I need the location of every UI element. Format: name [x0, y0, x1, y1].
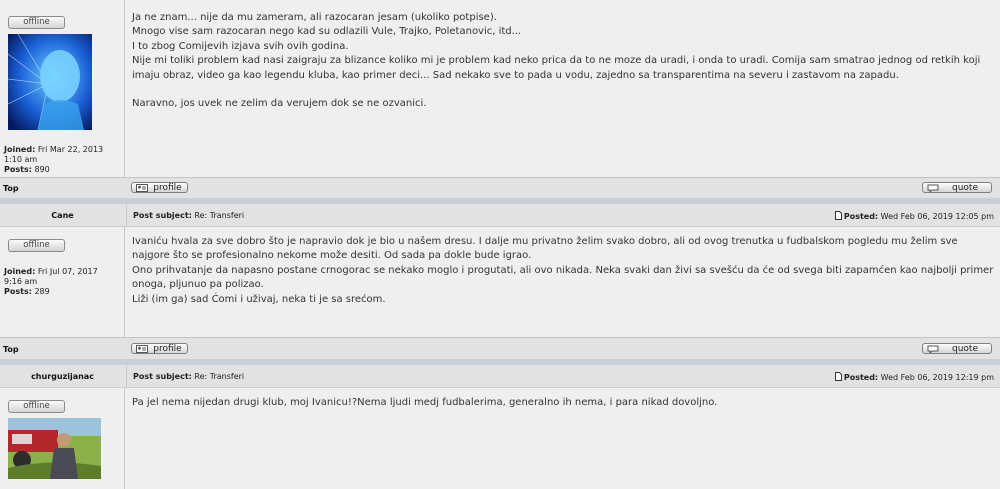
post-content: Ivaniću hvala za sve dobro što je naprav… — [126, 227, 1000, 337]
user-avatar-icon — [8, 418, 101, 479]
quote-button[interactable]: quote — [922, 182, 992, 193]
speech-bubble-icon — [927, 345, 939, 353]
post-content: Pa jel nema nijedan drugi klub, moj Ivan… — [126, 388, 1000, 489]
joined-info: Joined: Fri Jul 07, 2017 9:16 am Posts: … — [4, 267, 98, 296]
post-subject: Post subject: Re: Transferi — [133, 372, 245, 381]
offline-status-badge: offline — [8, 16, 65, 29]
user-avatar-icon — [8, 34, 92, 130]
post-footer-row: Top profile quote — [0, 337, 1000, 360]
profile-card-icon — [136, 345, 148, 353]
offline-status-badge: offline — [8, 400, 65, 413]
post-header-row: churguzijanac Post subject: Re: Transfer… — [0, 365, 1000, 388]
author-panel: offline Joined: Fri Mar 22, 2013 1:10 am… — [0, 0, 125, 177]
document-icon — [834, 372, 842, 381]
posted-date: Posted: Wed Feb 06, 2019 12:19 pm — [834, 372, 994, 382]
author-name[interactable]: Cane — [0, 211, 125, 220]
top-link[interactable]: Top — [3, 184, 19, 193]
quote-button[interactable]: quote — [922, 343, 992, 354]
post-subject: Post subject: Re: Transferi — [133, 211, 245, 220]
profile-card-icon — [136, 184, 148, 192]
post-header-row: Cane Post subject: Re: Transferi Posted:… — [0, 204, 1000, 227]
author-name[interactable]: churguzijanac — [0, 372, 125, 381]
profile-button[interactable]: profile — [131, 182, 188, 193]
post-footer-row: Top profile quote — [0, 177, 1000, 199]
post-content: Ja ne znam... nije da mu zameram, ali ra… — [126, 0, 1000, 177]
author-panel: offline Joined: Fri Jul 07, 2017 9:16 am… — [0, 227, 125, 337]
post-text: Ivaniću hvala za sve dobro što je naprav… — [132, 236, 994, 305]
post-body-row: offline Pa jel nema nijedan drugi klub, … — [0, 388, 1000, 489]
speech-bubble-icon — [927, 184, 939, 192]
offline-status-badge: offline — [8, 239, 65, 252]
post-body-row: offline Joined: Fri Jul 07, 2017 9:16 am… — [0, 227, 1000, 337]
author-panel: offline — [0, 388, 125, 489]
post-text: Ja ne znam... nije da mu zameram, ali ra… — [132, 12, 981, 110]
posted-date: Posted: Wed Feb 06, 2019 12:05 pm — [834, 211, 994, 221]
post-body-row: offline Joined: Fri Mar 22, 2013 1:10 am… — [0, 0, 1000, 177]
joined-info: Joined: Fri Mar 22, 2013 1:10 am Posts: … — [4, 145, 104, 174]
profile-button[interactable]: profile — [131, 343, 188, 354]
post-text: Pa jel nema nijedan drugi klub, moj Ivan… — [132, 397, 718, 408]
top-link[interactable]: Top — [3, 345, 19, 354]
document-icon — [834, 211, 842, 220]
